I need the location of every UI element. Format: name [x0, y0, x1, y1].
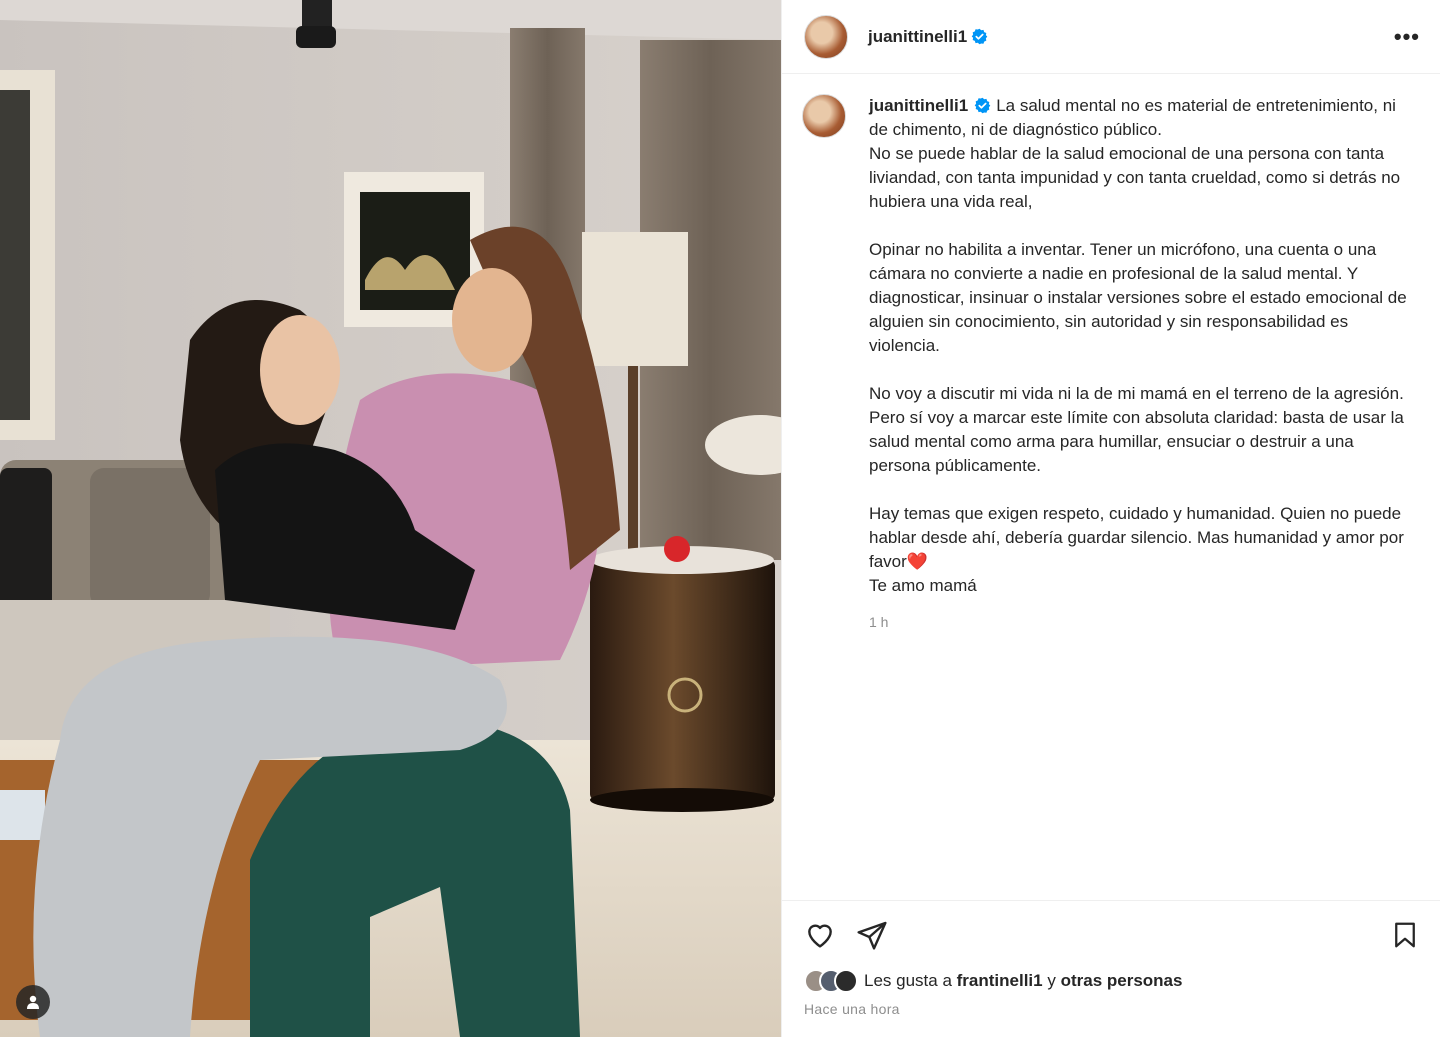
caption-author-avatar[interactable]: [802, 94, 846, 138]
caption-body: juanittinelli1 La salud mental no es mate…: [869, 94, 1418, 900]
more-options-button[interactable]: •••: [1394, 25, 1420, 48]
author-avatar[interactable]: [804, 14, 848, 59]
paper-plane-icon: [857, 921, 887, 950]
likes-summary: Les gusta a frantinelli1 y otras persona…: [804, 969, 1420, 993]
likes-connector: y: [1047, 971, 1056, 990]
caption-timestamp[interactable]: 1 h: [869, 614, 1418, 630]
author-username-group: juanittinelli1: [868, 27, 988, 47]
save-button[interactable]: [1390, 920, 1420, 950]
actions-section: Les gusta a frantinelli1 y otras persona…: [782, 900, 1440, 1037]
post-sidebar: juanittinelli1 ••• juanittinelli1 La salu…: [781, 0, 1440, 1037]
share-button[interactable]: [856, 919, 888, 951]
tagged-people-button[interactable]: [16, 985, 50, 1019]
like-button[interactable]: [804, 919, 836, 951]
post-photo[interactable]: [0, 0, 781, 1037]
caption-content: La salud mental no es material de entret…: [869, 96, 1407, 595]
caption-username[interactable]: juanittinelli1: [869, 96, 968, 115]
likes-prefix: Les gusta a: [864, 971, 952, 990]
caption-section: juanittinelli1 La salud mental no es mate…: [782, 74, 1440, 900]
likes-user-link[interactable]: frantinelli1: [957, 971, 1043, 991]
action-bar: [804, 917, 1420, 953]
photo-mother-daughter-hug: [0, 0, 781, 1037]
person-icon: [27, 995, 39, 1009]
liker-avatars: [804, 969, 858, 993]
bookmark-icon: [1395, 922, 1415, 948]
caption-text: juanittinelli1 La salud mental no es mate…: [869, 94, 1418, 598]
instagram-post: juanittinelli1 ••• juanittinelli1 La salu…: [0, 0, 1440, 1037]
liker-avatar[interactable]: [834, 969, 858, 993]
likes-others-link[interactable]: otras personas: [1061, 971, 1183, 991]
author-username[interactable]: juanittinelli1: [868, 27, 967, 47]
post-date[interactable]: Hace una hora: [804, 1001, 1420, 1017]
heart-icon: [808, 924, 832, 948]
post-header: juanittinelli1 •••: [782, 0, 1440, 74]
verified-badge-icon: [971, 28, 988, 45]
verified-badge-icon: [974, 97, 991, 114]
